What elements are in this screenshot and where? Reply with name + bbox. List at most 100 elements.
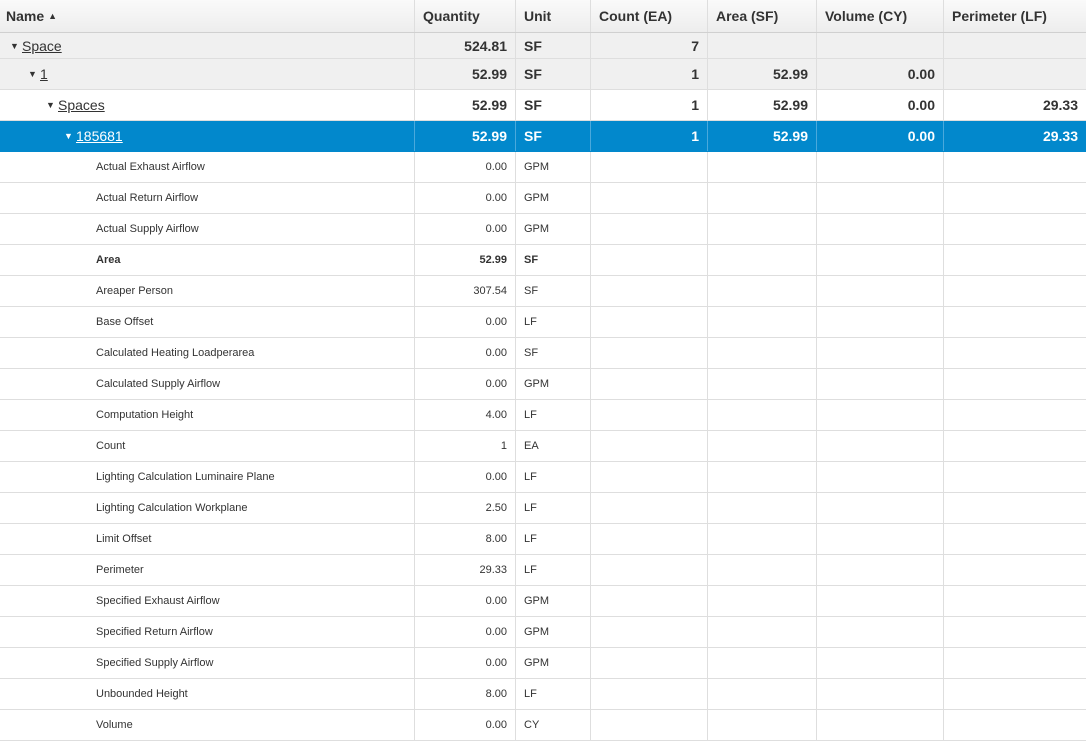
- area-cell: [708, 152, 817, 182]
- perimeter-cell: [944, 431, 1086, 461]
- caret-down-icon[interactable]: ▼: [28, 69, 40, 79]
- column-header-volume[interactable]: Volume (CY): [817, 0, 944, 32]
- property-row[interactable]: Lighting Calculation Workplane 2.50 LF: [0, 493, 1086, 524]
- perimeter-cell: [944, 33, 1086, 58]
- unit-cell: GPM: [516, 214, 591, 244]
- quantity-cell: 0.00: [415, 710, 516, 740]
- count-cell: [591, 493, 708, 523]
- property-name-cell: Specified Exhaust Airflow: [0, 586, 415, 616]
- area-cell: [708, 400, 817, 430]
- property-row[interactable]: Actual Exhaust Airflow 0.00 GPM: [0, 152, 1086, 183]
- group-link-spaces[interactable]: Spaces: [58, 97, 105, 113]
- volume-cell: [817, 245, 944, 275]
- column-header-name[interactable]: Name ▲: [0, 0, 415, 32]
- count-cell: 1: [591, 59, 708, 89]
- column-header-area[interactable]: Area (SF): [708, 0, 817, 32]
- column-header-unit[interactable]: Unit: [516, 0, 591, 32]
- perimeter-cell: [944, 214, 1086, 244]
- volume-cell: [817, 648, 944, 678]
- property-row[interactable]: Lighting Calculation Luminaire Plane 0.00…: [0, 462, 1086, 493]
- quantity-cell: 52.99: [415, 90, 516, 120]
- group-row-spaces[interactable]: ▼ Spaces 52.99 SF 1 52.99 0.00 29.33: [0, 90, 1086, 121]
- unit-cell: SF: [516, 276, 591, 306]
- volume-cell: [817, 183, 944, 213]
- perimeter-cell: [944, 710, 1086, 740]
- perimeter-cell: [944, 493, 1086, 523]
- property-row[interactable]: Specified Exhaust Airflow 0.00 GPM: [0, 586, 1086, 617]
- property-row[interactable]: Volume 0.00 CY: [0, 710, 1086, 741]
- count-cell: 7: [591, 33, 708, 58]
- perimeter-cell: [944, 462, 1086, 492]
- count-cell: [591, 183, 708, 213]
- count-cell: [591, 400, 708, 430]
- unit-cell: LF: [516, 679, 591, 709]
- unit-cell: EA: [516, 431, 591, 461]
- group-row-element-selected[interactable]: ▼ 185681 52.99 SF 1 52.99 0.00 29.33: [0, 121, 1086, 152]
- quantity-cell: 1: [415, 431, 516, 461]
- column-header-count[interactable]: Count (EA): [591, 0, 708, 32]
- property-row[interactable]: Actual Supply Airflow 0.00 GPM: [0, 214, 1086, 245]
- group-row-level-1[interactable]: ▼ 1 52.99 SF 1 52.99 0.00: [0, 59, 1086, 90]
- volume-cell: [817, 276, 944, 306]
- count-cell: [591, 555, 708, 585]
- area-cell: 52.99: [708, 90, 817, 120]
- perimeter-cell: [944, 152, 1086, 182]
- property-row[interactable]: Perimeter 29.33 LF: [0, 555, 1086, 586]
- group-link-space[interactable]: Space: [22, 38, 62, 54]
- property-row[interactable]: Computation Height 4.00 LF: [0, 400, 1086, 431]
- property-row[interactable]: Calculated Heating Loadperarea 0.00 SF: [0, 338, 1086, 369]
- column-header-perimeter[interactable]: Perimeter (LF): [944, 0, 1086, 32]
- quantity-cell: 52.99: [415, 245, 516, 275]
- property-row[interactable]: Unbounded Height 8.00 LF: [0, 679, 1086, 710]
- area-cell: [708, 245, 817, 275]
- column-header-quantity[interactable]: Quantity: [415, 0, 516, 32]
- property-name-cell: Computation Height: [0, 400, 415, 430]
- unit-cell: LF: [516, 493, 591, 523]
- caret-down-icon[interactable]: ▼: [10, 41, 22, 51]
- perimeter-cell: 29.33: [1042, 128, 1078, 144]
- quantity-cell: 0.00: [415, 183, 516, 213]
- property-name-cell: Count: [0, 431, 415, 461]
- property-row[interactable]: Specified Supply Airflow 0.00 GPM: [0, 648, 1086, 679]
- caret-down-icon[interactable]: ▼: [46, 100, 58, 110]
- group-link-level-1[interactable]: 1: [40, 66, 48, 82]
- property-row[interactable]: Count 1 EA: [0, 431, 1086, 462]
- perimeter-cell: [944, 183, 1086, 213]
- quantity-cell: 2.50: [415, 493, 516, 523]
- perimeter-cell: [944, 648, 1086, 678]
- property-row[interactable]: Calculated Supply Airflow 0.00 GPM: [0, 369, 1086, 400]
- unit-cell: SF: [516, 90, 591, 120]
- property-row[interactable]: Limit Offset 8.00 LF: [0, 524, 1086, 555]
- property-name-cell: Calculated Supply Airflow: [0, 369, 415, 399]
- property-name-cell: Unbounded Height: [0, 679, 415, 709]
- quantity-cell: 52.99: [415, 121, 516, 151]
- unit-cell: LF: [516, 400, 591, 430]
- quantity-cell: 0.00: [415, 307, 516, 337]
- volume-cell: [817, 33, 944, 58]
- count-cell: [591, 338, 708, 368]
- property-name-cell: Area: [0, 245, 415, 275]
- unit-cell: LF: [516, 307, 591, 337]
- volume-cell: [817, 493, 944, 523]
- property-name-cell: Lighting Calculation Luminaire Plane: [0, 462, 415, 492]
- perimeter-cell: [944, 400, 1086, 430]
- volume-cell: 0.00: [817, 121, 944, 151]
- property-name-cell: Actual Return Airflow: [0, 183, 415, 213]
- group-link-element[interactable]: 185681: [76, 128, 123, 144]
- property-row[interactable]: Actual Return Airflow 0.00 GPM: [0, 183, 1086, 214]
- volume-cell: [817, 400, 944, 430]
- property-name-cell: Specified Supply Airflow: [0, 648, 415, 678]
- count-cell: [591, 152, 708, 182]
- unit-cell: GPM: [516, 586, 591, 616]
- count-cell: 1: [591, 121, 708, 151]
- property-name-cell: Specified Return Airflow: [0, 617, 415, 647]
- group-row-space[interactable]: ▼ Space 524.81 SF 7: [0, 33, 1086, 59]
- perimeter-cell: [944, 369, 1086, 399]
- unit-cell: SF: [516, 33, 591, 58]
- property-row[interactable]: Areaper Person 307.54 SF: [0, 276, 1086, 307]
- property-row[interactable]: Specified Return Airflow 0.00 GPM: [0, 617, 1086, 648]
- property-row[interactable]: Base Offset 0.00 LF: [0, 307, 1086, 338]
- property-row[interactable]: Area 52.99 SF: [0, 245, 1086, 276]
- caret-down-icon[interactable]: ▼: [64, 131, 76, 141]
- area-cell: 52.99: [708, 121, 817, 151]
